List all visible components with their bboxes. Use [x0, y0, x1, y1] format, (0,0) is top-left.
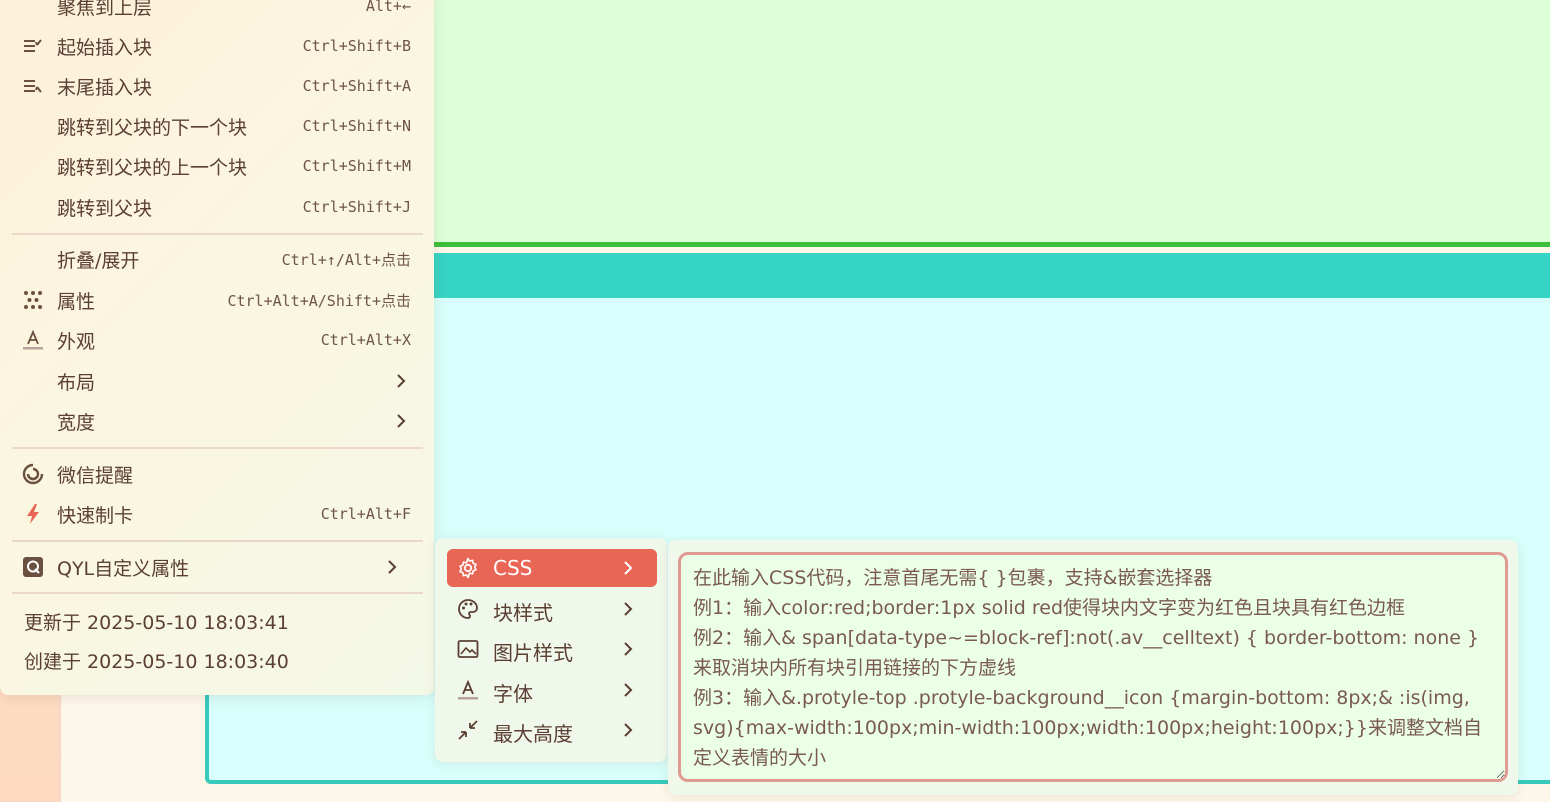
- chevron-right-icon: [624, 723, 633, 737]
- chevron-right-icon: [388, 560, 397, 574]
- menu-item-label: 微信提醒: [57, 464, 134, 487]
- created-timestamp: 创建于 2025-05-10 18:03:40: [24, 651, 289, 673]
- menu-item-qyl-custom-attr[interactable]: QYL自定义属性: [12, 547, 422, 587]
- menu-item-label: 跳转到父块的上一个块: [57, 156, 248, 179]
- menu-item-shortcut: Ctrl+Shift+B: [302, 37, 411, 55]
- submenu-item-css[interactable]: CSS: [447, 549, 657, 587]
- menu-item-shortcut: Ctrl+Alt+F: [320, 505, 411, 523]
- updated-timestamp: 更新于 2025-05-10 18:03:41: [24, 612, 289, 634]
- menu-item-jump-parent-prev[interactable]: 跳转到父块的上一个块 Ctrl+Shift+M: [12, 146, 422, 186]
- menu-item-shortcut: Ctrl+Alt+A/Shift+点击: [227, 291, 411, 310]
- menu-item-label: 外观: [57, 330, 96, 353]
- menu-separator: [12, 540, 423, 542]
- submenu-item-label: 最大高度: [493, 722, 573, 746]
- menu-item-shortcut: Ctrl+Alt+X: [320, 331, 411, 349]
- menu-item-label: 宽度: [57, 411, 96, 434]
- menu-item-attributes[interactable]: 属性 Ctrl+Alt+A/Shift+点击: [12, 280, 422, 320]
- insert-after-icon: [22, 75, 44, 97]
- chevron-right-icon: [397, 414, 406, 428]
- menu-item-shortcut: Ctrl+Shift+M: [302, 157, 411, 175]
- submenu-item-label: CSS: [493, 556, 533, 580]
- css-code-input[interactable]: [678, 552, 1508, 782]
- palette-icon: [457, 598, 479, 620]
- menu-separator: [12, 233, 423, 235]
- menu-item-shortcut: Ctrl+Shift+A: [302, 77, 411, 95]
- menu-item-appearance[interactable]: 外观 Ctrl+Alt+X: [12, 320, 422, 360]
- gear-icon: [457, 557, 479, 579]
- menu-item-label: 折叠/展开: [57, 249, 140, 272]
- menu-item-layout[interactable]: 布局: [12, 361, 422, 401]
- menu-item-label: 末尾插入块: [57, 76, 153, 99]
- submenu-item-block-style[interactable]: 块样式: [447, 590, 657, 628]
- submenu-item-label: 块样式: [493, 601, 553, 625]
- wechat-reminder-icon: [22, 463, 44, 485]
- menu-item-label: 布局: [57, 371, 96, 394]
- menu-item-jump-parent-next[interactable]: 跳转到父块的下一个块 Ctrl+Shift+N: [12, 106, 422, 146]
- menu-item-fold-toggle[interactable]: 折叠/展开 Ctrl+↑/Alt+点击: [12, 239, 422, 279]
- image-icon: [457, 638, 479, 660]
- menu-item-label: 快速制卡: [57, 504, 134, 527]
- chevron-right-icon: [624, 642, 633, 656]
- css-editor-panel: [668, 540, 1518, 795]
- block-divider: [434, 242, 1550, 247]
- submenu-item-max-height[interactable]: 最大高度: [447, 711, 657, 749]
- menu-item-quick-card[interactable]: 快速制卡 Ctrl+Alt+F: [12, 494, 422, 534]
- submenu-item-label: 图片样式: [493, 641, 573, 665]
- menu-item-label: 属性: [57, 290, 96, 313]
- submenu-item-image-style[interactable]: 图片样式: [447, 630, 657, 668]
- shrink-icon: [457, 719, 479, 741]
- menu-item-wechat-reminder[interactable]: 微信提醒: [12, 454, 422, 494]
- lightning-icon: [22, 503, 44, 525]
- menu-item-insert-before[interactable]: 起始插入块 Ctrl+Shift+B: [12, 26, 422, 66]
- menu-item-label: QYL自定义属性: [57, 557, 190, 580]
- menu-item-shortcut: Ctrl+Shift+J: [302, 198, 411, 216]
- attributes-icon: [22, 289, 44, 311]
- appearance-icon: [22, 329, 44, 351]
- menu-item-focus-parent[interactable]: 聚焦到上层 Alt+←: [12, 0, 422, 26]
- menu-item-label: 起始插入块: [57, 36, 153, 59]
- menu-item-label: 跳转到父块: [57, 197, 153, 220]
- menu-item-shortcut: Ctrl+↑/Alt+点击: [281, 250, 411, 269]
- q-badge-icon: [22, 556, 44, 578]
- menu-item-jump-parent[interactable]: 跳转到父块 Ctrl+Shift+J: [12, 187, 422, 227]
- chevron-right-icon: [397, 374, 406, 388]
- chevron-right-icon: [624, 683, 633, 697]
- menu-item-width[interactable]: 宽度: [12, 401, 422, 441]
- menu-item-insert-after[interactable]: 末尾插入块 Ctrl+Shift+A: [12, 66, 422, 106]
- menu-item-shortcut: Alt+←: [365, 0, 411, 15]
- chevron-right-icon: [624, 561, 633, 575]
- submenu-item-font[interactable]: 字体: [447, 671, 657, 709]
- menu-separator: [12, 592, 423, 594]
- chevron-right-icon: [624, 602, 633, 616]
- teal-bar-block[interactable]: [434, 253, 1550, 298]
- menu-item-shortcut: Ctrl+Shift+N: [302, 117, 411, 135]
- menu-item-label: 聚焦到上层: [57, 0, 153, 19]
- qyl-attr-submenu: CSS 块样式 图片样式 字体 最大高度: [435, 538, 667, 762]
- insert-before-icon: [22, 35, 44, 57]
- menu-separator: [12, 447, 423, 449]
- font-icon: [457, 679, 479, 701]
- menu-item-label: 跳转到父块的下一个块: [57, 116, 248, 139]
- submenu-item-label: 字体: [493, 682, 533, 706]
- block-context-menu: 聚焦到上层 Alt+← 起始插入块 Ctrl+Shift+B 末尾插入块 Ctr…: [0, 0, 434, 695]
